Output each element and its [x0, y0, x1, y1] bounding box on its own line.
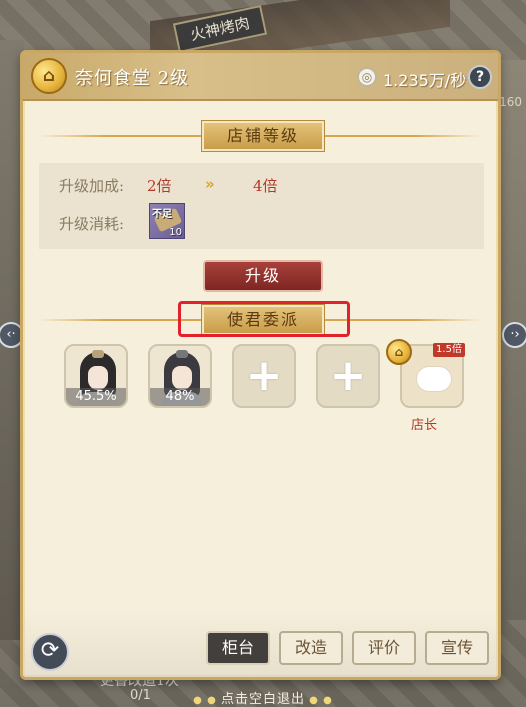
shop-panel: ⌂ 奈何食堂 2级 ◎ 1.235万/秒 ? 店铺等级 升级加成: 2倍 » 4…: [20, 50, 501, 680]
insufficient-badge: 不足: [152, 209, 172, 220]
next-shop-button[interactable]: ·›: [502, 322, 526, 348]
cost-item-count: 10: [169, 227, 182, 238]
upgrade-button[interactable]: 升级: [203, 260, 323, 292]
help-button[interactable]: ?: [468, 65, 492, 89]
hint-dot-icon: ● ●: [193, 695, 221, 706]
scene-number: 160: [499, 95, 522, 109]
arrow-right-icon: »: [205, 175, 215, 193]
coin-icon: ⌂: [386, 339, 412, 365]
highlight-frame: [178, 301, 350, 337]
upgrade-info-box: 升级加成: 2倍 » 4倍 升级消耗: 不足 10: [39, 163, 484, 249]
staff-slot-1[interactable]: 45.5%: [64, 344, 128, 408]
tab-renovate[interactable]: 改造: [279, 631, 343, 665]
cost-label: 升级消耗:: [59, 215, 125, 233]
staff-percent: 48%: [150, 388, 210, 406]
staff-percent: 45.5%: [66, 388, 126, 406]
refresh-icon[interactable]: ⟳: [31, 633, 69, 671]
add-icon: +: [245, 350, 283, 401]
shop-title: 奈何食堂 2级: [75, 68, 190, 89]
panel-header: ⌂ 奈何食堂 2级 ◎ 1.235万/秒 ?: [23, 53, 498, 101]
cloud-icon: [416, 366, 452, 392]
bonus-current: 2倍: [147, 177, 172, 195]
tab-counter[interactable]: 柜台: [206, 631, 270, 665]
shop-level-banner: 店铺等级: [201, 120, 325, 152]
bonus-label: 升级加成:: [59, 177, 125, 195]
close-hint-text: 点击空白退出: [220, 692, 305, 707]
manager-multiplier: 1.5倍: [433, 343, 465, 357]
coin-icon: ⌂: [31, 58, 67, 94]
staff-slot-3-empty[interactable]: +: [232, 344, 296, 408]
add-icon: +: [329, 350, 367, 401]
silver-icon: ◎: [357, 67, 377, 87]
bonus-next: 4倍: [253, 177, 278, 195]
tab-review[interactable]: 评价: [352, 631, 416, 665]
staff-slot-4-empty[interactable]: +: [316, 344, 380, 408]
hint-dot-icon: ● ●: [305, 695, 333, 706]
manager-label: 店长: [411, 418, 438, 433]
cost-item-scroll[interactable]: 不足 10: [149, 203, 185, 239]
income-rate: 1.235万/秒: [383, 71, 467, 90]
staff-slot-2[interactable]: 48%: [148, 344, 212, 408]
tab-promote[interactable]: 宣传: [425, 631, 489, 665]
close-hint[interactable]: ● ● 点击空白退出 ● ●: [0, 688, 526, 707]
